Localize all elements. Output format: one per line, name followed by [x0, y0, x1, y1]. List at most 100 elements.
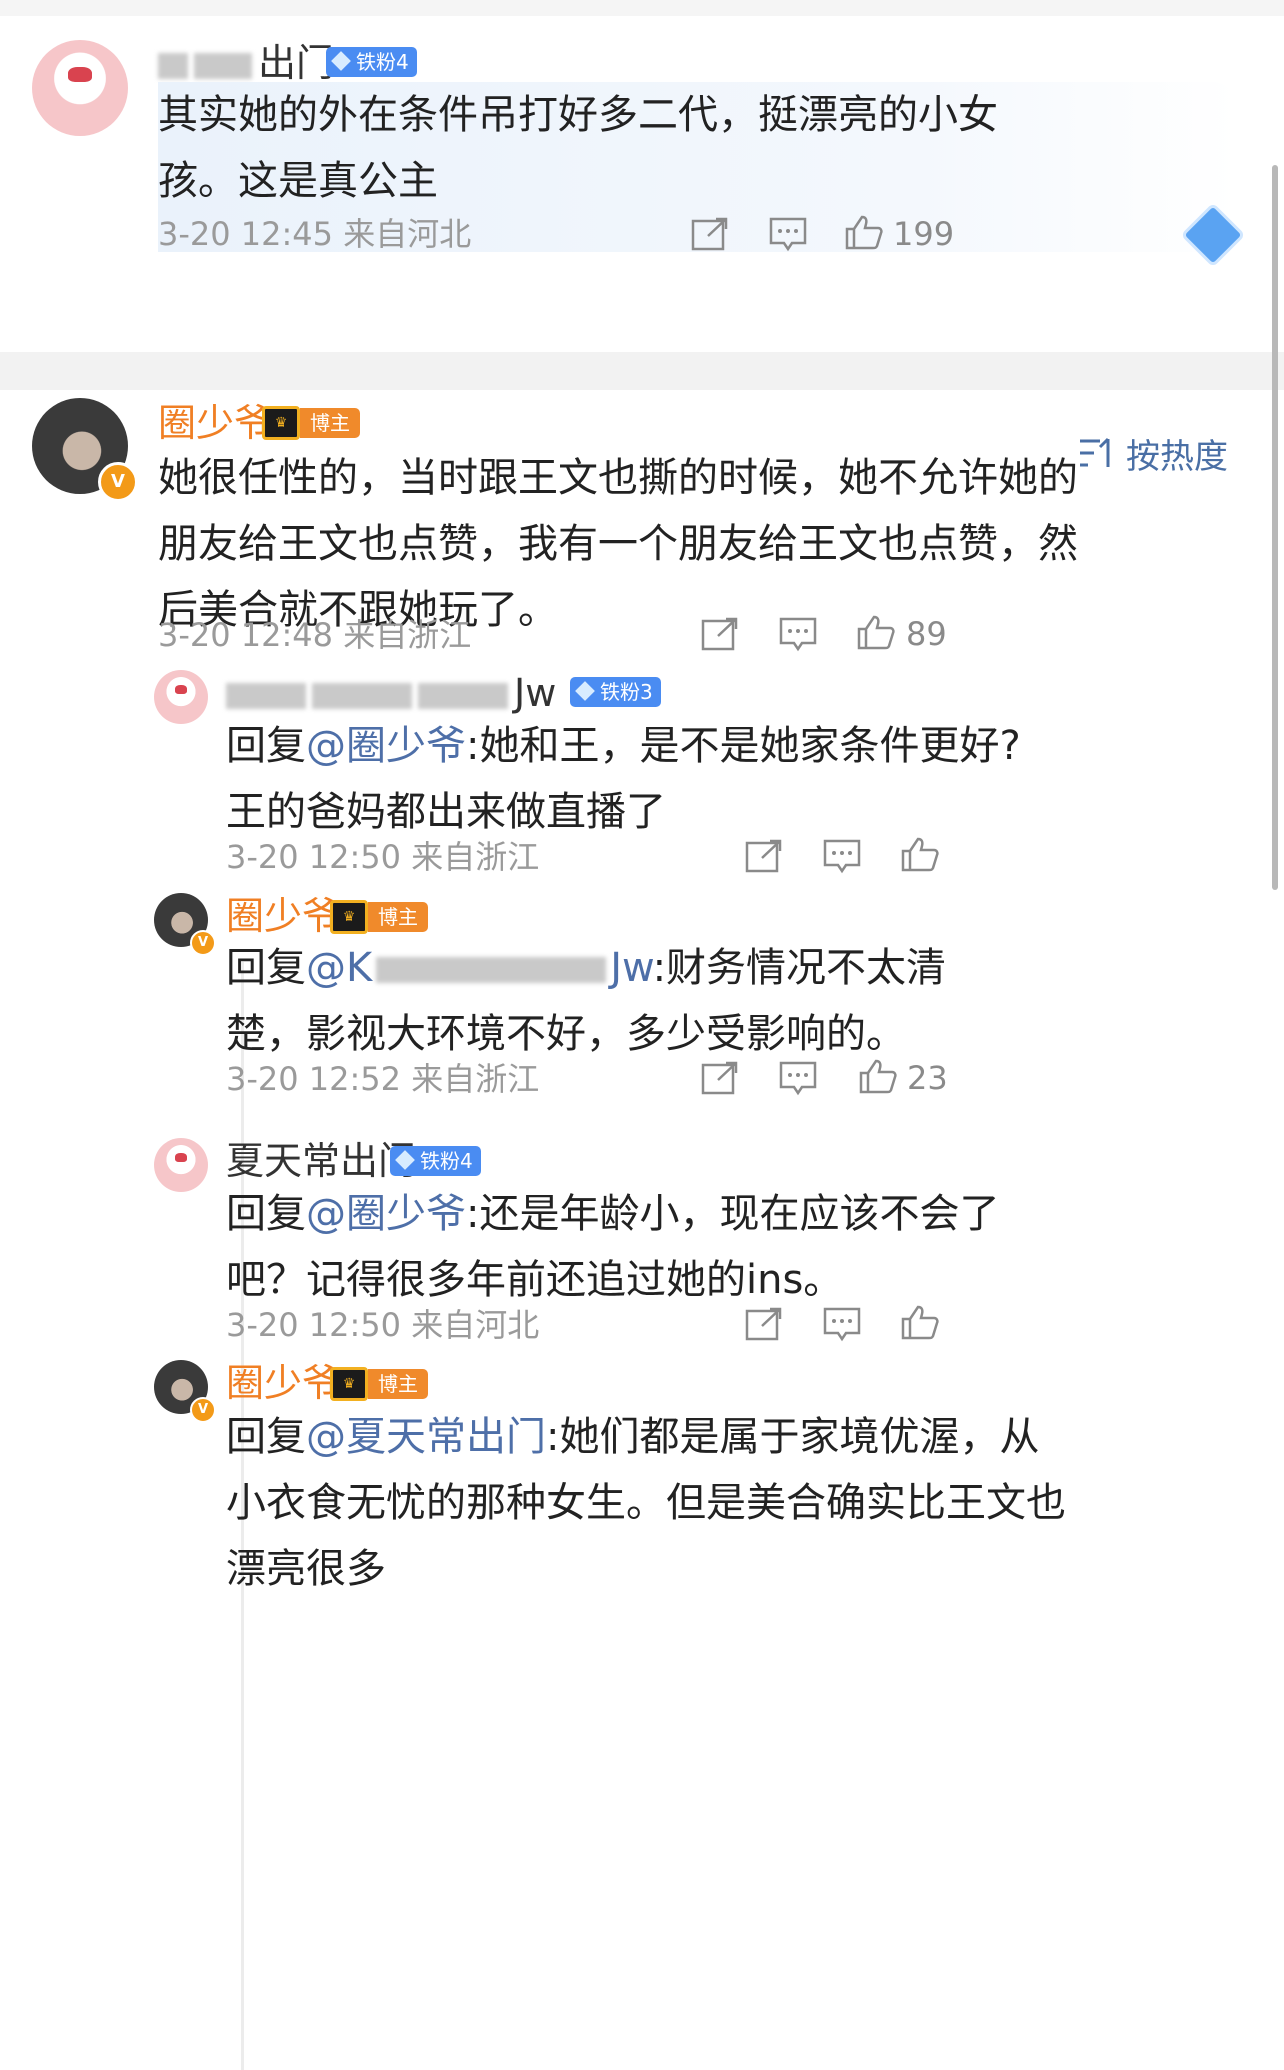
reply-text-segment: :财务情况不太清 — [652, 945, 947, 991]
host-badge[interactable]: ♛ 博主 — [262, 406, 360, 440]
reply-prefix: 回复 — [226, 1191, 306, 1237]
like-icon[interactable] — [844, 214, 884, 250]
comment-line: 朋友给王文也点赞，我有一个朋友给王文也点赞，然 — [158, 521, 1078, 567]
timestamp: 3-20 12:52 — [226, 1060, 402, 1098]
sort-icon — [1080, 437, 1110, 467]
location: 来自河北 — [411, 1306, 540, 1344]
reply-meta: 3-20 12:50 来自河北 — [226, 1305, 539, 1345]
crown-icon: ♛ — [330, 900, 368, 934]
mention-link[interactable]: @夏天常出门 — [306, 1414, 546, 1460]
reply-line: 吧？记得很多年前还追过她的ins。 — [226, 1257, 844, 1303]
share-icon[interactable] — [700, 1060, 740, 1096]
blurred-name — [418, 682, 508, 709]
reply-line: 回复@K Jw:财务情况不太清 — [226, 935, 946, 1001]
mention-link[interactable]: @圈少爷 — [306, 1191, 466, 1237]
fan-badge-label: 铁粉4 — [356, 50, 409, 74]
comment-line: 孩。这是真公主 — [158, 158, 438, 204]
location: 来自浙江 — [411, 838, 540, 876]
reply-text-segment: :还是年龄小，现在应该不会了 — [466, 1191, 1000, 1237]
fan-badge-label: 铁粉3 — [600, 680, 653, 704]
diamond-icon — [575, 681, 595, 701]
reply-meta: 3-20 12:50 来自浙江 — [226, 837, 539, 877]
reply-text-segment: :她们都是属于家境优渥，从 — [546, 1414, 1040, 1460]
reply-meta: 3-20 12:52 来自浙江 — [226, 1059, 539, 1099]
like-count: 199 — [893, 215, 955, 253]
reply-text: 回复@夏天常出门:她们都是属于家境优渥，从 小衣食无忧的那种女生。但是美合确实比… — [226, 1404, 1066, 1602]
share-icon[interactable] — [744, 838, 784, 874]
fan-badge[interactable]: 铁粉4 — [326, 47, 417, 77]
fan-badge[interactable]: 铁粉4 — [390, 1146, 481, 1176]
mention-end: Jw — [610, 945, 653, 991]
reply-prefix: 回复 — [226, 723, 306, 769]
blurred-mention — [376, 957, 607, 983]
like-icon[interactable] — [900, 1304, 940, 1340]
like-icon[interactable] — [900, 836, 940, 872]
location: 来自河北 — [343, 215, 472, 253]
comment-meta: 3-20 12:45 来自河北 — [158, 214, 471, 254]
reply-prefix: 回复 — [226, 1414, 306, 1460]
mention-link[interactable]: @圈少爷 — [306, 723, 466, 769]
fan-badge[interactable]: 铁粉3 — [570, 677, 661, 707]
comment-icon[interactable] — [778, 616, 818, 652]
username[interactable]: 夏天常出门 — [226, 1138, 416, 1184]
section-divider — [0, 352, 1284, 390]
like-icon[interactable] — [856, 614, 896, 650]
username-visible-text: Jw — [514, 671, 557, 715]
sort-toggle[interactable]: 按热度 — [1078, 430, 1228, 477]
share-icon[interactable] — [690, 216, 730, 252]
verified-badge: V — [190, 930, 216, 956]
host-badge[interactable]: ♛ 博主 — [330, 900, 428, 934]
like-icon[interactable] — [858, 1058, 898, 1094]
blurred-name — [194, 52, 252, 79]
blurred-name — [312, 682, 412, 709]
reply-line: 楚，影视大环境不好，多少受影响的。 — [226, 1011, 906, 1057]
host-badge-label: 博主 — [368, 902, 428, 932]
reply-line: 回复@圈少爷:还是年龄小，现在应该不会了 — [226, 1181, 999, 1247]
diamond-icon — [331, 51, 351, 71]
username[interactable]: 圈少爷 — [158, 400, 272, 446]
blurred-name — [158, 52, 188, 79]
like-count: 89 — [906, 615, 947, 653]
reply-text-segment: :她和王，是不是她家条件更好? — [466, 723, 1021, 769]
comment-icon[interactable] — [822, 838, 862, 874]
comment-line: 她很任性的，当时跟王文也撕的时候，她不允许她的 — [158, 455, 1078, 501]
timestamp: 3-20 12:50 — [226, 838, 402, 876]
top-strip — [0, 0, 1284, 16]
reply-prefix: 回复 — [226, 945, 306, 991]
blurred-name — [226, 682, 306, 709]
comment-meta: 3-20 12:48 来自浙江 — [158, 615, 471, 655]
avatar[interactable] — [154, 1138, 208, 1192]
location: 来自浙江 — [343, 616, 472, 654]
mention-link[interactable]: @K Jw — [306, 945, 653, 991]
username-visible-text: 出门 — [258, 41, 335, 85]
verified-badge: V — [190, 1397, 216, 1423]
avatar[interactable] — [154, 670, 208, 724]
host-badge[interactable]: ♛ 博主 — [330, 1367, 428, 1401]
reply-line: 回复@圈少爷:她和王，是不是她家条件更好? — [226, 713, 1021, 779]
reply-text: 回复@K Jw:财务情况不太清 楚，影视大环境不好，多少受影响的。 — [226, 935, 946, 1067]
avatar[interactable] — [32, 40, 128, 136]
comment-icon[interactable] — [768, 216, 808, 252]
scrollbar[interactable] — [1272, 165, 1278, 890]
timestamp: 3-20 12:45 — [158, 215, 334, 253]
comment-icon[interactable] — [778, 1060, 818, 1096]
reply-line: 回复@夏天常出门:她们都是属于家境优渥，从 — [226, 1404, 1066, 1470]
username[interactable]: Jw — [226, 670, 556, 716]
crown-icon: ♛ — [330, 1367, 368, 1401]
like-count: 23 — [907, 1059, 948, 1097]
comment-text: 其实她的外在条件吊打好多二代，挺漂亮的小女 孩。这是真公主 — [158, 82, 998, 214]
username[interactable]: 出门 — [158, 40, 334, 86]
reply-text: 回复@圈少爷:还是年龄小，现在应该不会了 吧？记得很多年前还追过她的ins。 — [226, 1181, 999, 1313]
fan-badge-label: 铁粉4 — [420, 1149, 473, 1173]
share-icon[interactable] — [700, 616, 740, 652]
username[interactable]: 圈少爷 — [226, 893, 340, 939]
diamond-icon — [395, 1150, 415, 1170]
share-icon[interactable] — [744, 1306, 784, 1342]
reply-text: 回复@圈少爷:她和王，是不是她家条件更好? 王的爸妈都出来做直播了 — [226, 713, 1021, 845]
sort-label: 按热度 — [1126, 436, 1228, 477]
timestamp: 3-20 12:50 — [226, 1306, 402, 1344]
crown-icon: ♛ — [262, 406, 300, 440]
comment-icon[interactable] — [822, 1306, 862, 1342]
comment-line: 其实她的外在条件吊打好多二代，挺漂亮的小女 — [158, 92, 998, 138]
username[interactable]: 圈少爷 — [226, 1360, 340, 1406]
